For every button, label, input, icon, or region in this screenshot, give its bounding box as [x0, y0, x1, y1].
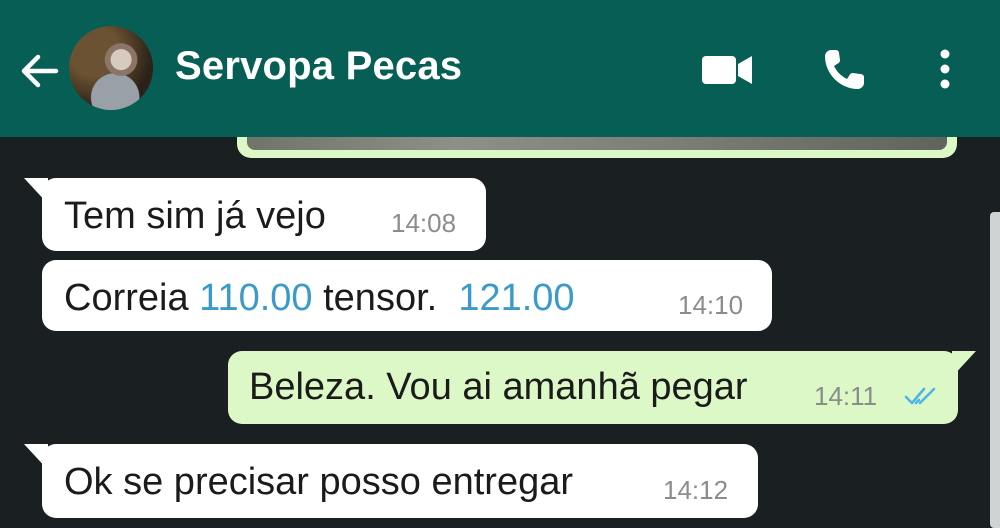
message-bubble-incoming[interactable]: Tem sim já vejo 14:08 [24, 178, 486, 251]
message-text: Correia 110.00 tensor. 121.00 [64, 277, 575, 320]
message-text: Beleza. Vou ai amanhã pegar [249, 366, 748, 408]
message-text: Ok se precisar posso entregar [64, 461, 574, 503]
message-text-part: tensor. [312, 277, 459, 319]
phone-number-link[interactable]: 110.00 [199, 277, 312, 319]
phone-number-link[interactable]: 121.00 [458, 277, 574, 319]
back-arrow-icon[interactable] [16, 48, 62, 94]
scrollbar[interactable] [990, 212, 1000, 528]
message-bubble-incoming[interactable]: Correia 110.00 tensor. 121.00 14:10 [42, 260, 772, 331]
contact-avatar[interactable] [69, 26, 153, 110]
message-time: 14:08 [391, 208, 457, 238]
chat-header: Servopa Pecas [0, 0, 1000, 137]
message-text-part: Correia [64, 277, 200, 319]
bubble-tail [952, 351, 976, 377]
message-time: 14:11 [814, 381, 878, 411]
phone-icon[interactable] [822, 46, 868, 92]
bubble-tail [24, 178, 48, 204]
message-bubble-outgoing[interactable]: Beleza. Vou ai amanhã pegar 14:11 [228, 351, 976, 424]
read-ticks-icon [904, 387, 936, 405]
video-call-icon[interactable] [700, 52, 754, 88]
message-bubble-incoming[interactable]: Ok se precisar posso entregar 14:12 [24, 444, 758, 518]
message-text: Tem sim já vejo [64, 195, 326, 237]
bubble-tail [24, 444, 48, 470]
message-time: 14:12 [663, 475, 729, 505]
message-time: 14:10 [678, 290, 744, 320]
contact-name[interactable]: Servopa Pecas [175, 44, 462, 89]
more-vert-icon[interactable] [930, 46, 960, 92]
